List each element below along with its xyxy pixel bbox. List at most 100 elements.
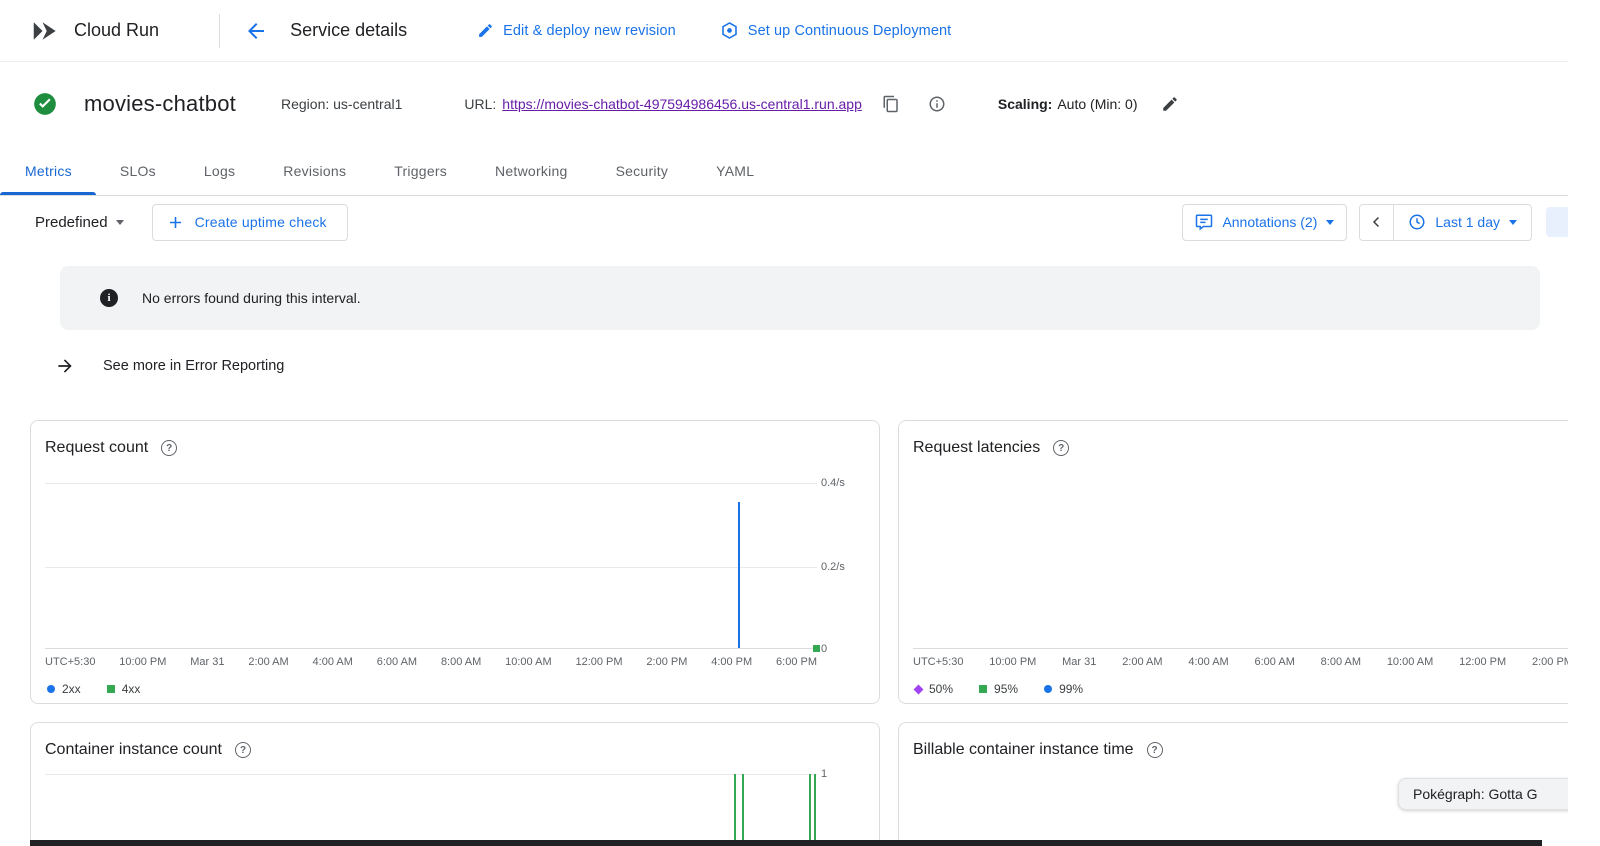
chevron-down-icon [1326, 220, 1334, 225]
bottom-dark-bar [30, 840, 1542, 846]
tab-slos[interactable]: SLOs [96, 146, 180, 195]
x-axis-tick: 8:00 AM [1321, 656, 1361, 668]
time-range-dropdown[interactable]: Last 1 day [1394, 205, 1531, 240]
tab-yaml[interactable]: YAML [692, 146, 778, 195]
y-axis-tick: 1 [821, 768, 865, 780]
error-reporting-link[interactable]: See more in Error Reporting [55, 352, 1568, 380]
service-status-healthy-icon [32, 91, 58, 117]
tab-revisions[interactable]: Revisions [259, 146, 370, 195]
plus-icon [166, 213, 185, 232]
series-2xx-spike [738, 502, 740, 648]
product-name: Cloud Run [74, 20, 159, 41]
chart-header: Billable container instance time [913, 739, 1568, 761]
green-square-marker-icon [107, 685, 115, 693]
previous-time-window-button[interactable] [1360, 205, 1394, 240]
info-filled-icon [100, 289, 118, 307]
predefined-dropdown[interactable]: Predefined [35, 214, 124, 231]
request-count-plot: 0.4/s 0.2/s 0 [45, 469, 817, 649]
x-axis-baseline [913, 648, 1568, 649]
arrow-right-icon [55, 356, 75, 376]
y-axis-tick: 0.4/s [821, 477, 865, 489]
chart-legend: 2xx 4xx [47, 682, 865, 696]
tab-networking[interactable]: Networking [471, 146, 592, 195]
service-url-group: URL: https://movies-chatbot-497594986456… [464, 95, 945, 113]
setup-continuous-deployment-button[interactable]: Set up Continuous Deployment [720, 21, 952, 40]
legend-label: 95% [994, 682, 1018, 696]
edit-deploy-label: Edit & deploy new revision [503, 23, 676, 39]
cloud-run-service-details-page: Cloud Run Service details Edit & deploy … [0, 0, 1568, 846]
annotations-button[interactable]: Annotations (2) [1182, 204, 1347, 241]
container-instance-count-plot: 1 [45, 771, 817, 846]
x-axis-tick: 10:00 AM [505, 656, 551, 668]
scaling-value: Auto (Min: 0) [1057, 96, 1137, 112]
instance-count-line [742, 774, 744, 846]
cloud-run-brand[interactable]: Cloud Run [30, 16, 159, 46]
metrics-charts-grid: Request count 0.4/s 0.2/s 0 UTC+5:30 10:… [30, 420, 1568, 846]
request-latencies-plot [913, 469, 1568, 649]
pokegraph-overlay-tooltip: Pokégraph: Gotta G [1398, 778, 1568, 810]
x-axis-tick: UTC+5:30 [913, 656, 963, 668]
time-range-group: Last 1 day [1359, 204, 1532, 241]
x-axis-tick: 2:00 AM [248, 656, 288, 668]
create-uptime-check-button[interactable]: Create uptime check [152, 204, 348, 241]
back-button[interactable] [244, 19, 268, 43]
service-url-link[interactable]: https://movies-chatbot-497594986456.us-c… [502, 96, 862, 112]
tab-metrics[interactable]: Metrics [0, 146, 96, 195]
url-info-button[interactable] [928, 95, 946, 113]
blue-circle-marker-icon [1044, 685, 1052, 693]
tab-logs[interactable]: Logs [180, 146, 259, 195]
no-errors-banner: No errors found during this interval. [60, 266, 1540, 330]
time-range-edge-control[interactable] [1546, 207, 1568, 237]
x-axis-tick: 4:00 AM [1188, 656, 1228, 668]
error-reporting-label: See more in Error Reporting [103, 358, 284, 374]
x-axis-tick: Mar 31 [190, 656, 224, 668]
legend-item-99[interactable]: 99% [1044, 682, 1083, 696]
help-icon[interactable] [1147, 742, 1163, 758]
x-axis-tick: 2:00 PM [1532, 656, 1568, 668]
chart-header: Container instance count [45, 739, 865, 761]
tab-security[interactable]: Security [592, 146, 693, 195]
service-tabs: Metrics SLOs Logs Revisions Triggers Net… [0, 146, 1568, 196]
x-axis-tick: 6:00 PM [776, 656, 817, 668]
legend-item-50[interactable]: 50% [915, 682, 953, 696]
metrics-toolbar: Predefined Create uptime check Annotatio… [0, 196, 1568, 248]
gridline [45, 774, 817, 775]
copy-icon [882, 95, 900, 113]
edit-deploy-button[interactable]: Edit & deploy new revision [477, 22, 676, 39]
purple-diamond-marker-icon [914, 684, 924, 694]
x-axis-tick: 10:00 AM [1387, 656, 1433, 668]
x-axis-tick: 10:00 PM [119, 656, 166, 668]
instance-count-line [734, 774, 736, 846]
setup-cd-label: Set up Continuous Deployment [748, 23, 952, 39]
x-axis-tick: 10:00 PM [989, 656, 1036, 668]
x-axis-tick: 12:00 PM [1459, 656, 1506, 668]
gridline [45, 567, 817, 568]
gridline [45, 483, 817, 484]
legend-item-2xx[interactable]: 2xx [47, 682, 81, 696]
help-icon[interactable] [1053, 440, 1069, 456]
service-region: Region: us-central1 [281, 96, 402, 112]
pencil-icon [477, 22, 494, 39]
info-icon [928, 95, 946, 113]
service-header: movies-chatbot Region: us-central1 URL: … [0, 62, 1568, 146]
edit-scaling-button[interactable] [1161, 95, 1179, 113]
legend-item-4xx[interactable]: 4xx [107, 682, 141, 696]
help-icon[interactable] [161, 440, 177, 456]
scaling-label: Scaling: [998, 96, 1052, 112]
legend-item-95[interactable]: 95% [979, 682, 1018, 696]
chart-card-request-latencies: Request latencies UTC+5:30 10:00 PM Mar … [898, 420, 1568, 704]
chart-title: Billable container instance time [913, 741, 1134, 759]
copy-url-button[interactable] [882, 95, 900, 113]
chart-title: Request latencies [913, 439, 1040, 457]
x-axis-tick: UTC+5:30 [45, 656, 95, 668]
service-name: movies-chatbot [84, 91, 236, 117]
series-4xx-point [813, 645, 820, 652]
x-axis-labels: UTC+5:30 10:00 PM Mar 31 2:00 AM 4:00 AM… [45, 656, 817, 668]
tooltip-text: Pokégraph: Gotta G [1413, 786, 1538, 802]
time-range-label: Last 1 day [1435, 214, 1500, 230]
toolbar-right-group: Annotations (2) Last 1 day [1182, 204, 1568, 241]
page-title: Service details [290, 20, 407, 41]
chevron-down-icon [1509, 220, 1517, 225]
tab-triggers[interactable]: Triggers [370, 146, 471, 195]
help-icon[interactable] [235, 742, 251, 758]
